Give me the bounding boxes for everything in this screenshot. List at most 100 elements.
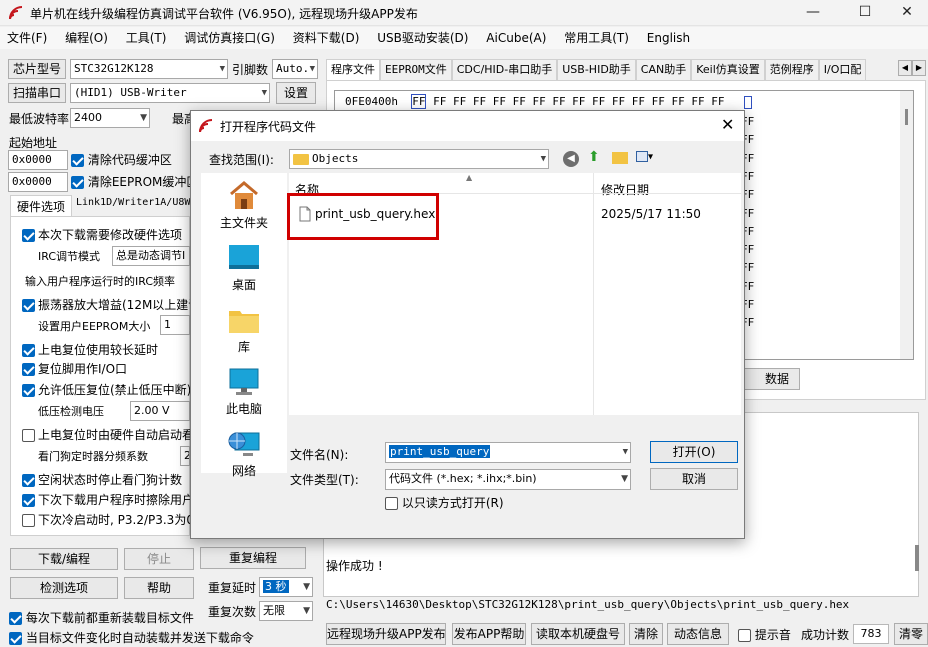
new-folder-icon[interactable] [612, 152, 628, 164]
repeat-program-button[interactable]: 重复编程 [200, 547, 306, 569]
beep-row[interactable]: 提示音 [738, 626, 791, 643]
pin-count-select[interactable]: Auto. ▼ [272, 59, 318, 79]
download-program-button[interactable]: 下载/编程 [10, 548, 118, 570]
menu-debug[interactable]: 调试仿真接口(G) [177, 27, 282, 49]
menu-english[interactable]: English [640, 27, 697, 49]
clear-eeprom-checkbox[interactable] [71, 176, 84, 189]
lvd-reset-checkbox[interactable] [22, 384, 35, 397]
reset-io-checkbox[interactable] [22, 363, 35, 376]
place-home[interactable]: 主文件夹 [201, 179, 287, 231]
look-in-select[interactable]: Objects ▼ [289, 149, 549, 169]
menu-aicube[interactable]: AiCube(A) [479, 27, 553, 49]
maximize-button[interactable]: ☐ [842, 0, 888, 26]
scan-port-button[interactable]: 扫描串口 [8, 83, 66, 103]
auto-reload-row[interactable]: 当目标文件变化时自动装载并发送下载命令 [9, 629, 254, 646]
reload-each-row[interactable]: 每次下载前都重新装载目标文件 [9, 609, 194, 626]
dynamic-info-button[interactable]: 动态信息 [667, 623, 729, 645]
erase-user-row[interactable]: 下次下载用户程序时擦除用户 [22, 491, 194, 508]
clear-code-checkbox[interactable] [71, 154, 84, 167]
tab-usb-hid[interactable]: USB-HID助手 [557, 59, 636, 80]
tab-link1d[interactable]: Link1D/Writer1A/U8W [76, 197, 190, 208]
place-library[interactable]: 库 [201, 305, 287, 355]
column-date-header[interactable]: 修改日期 [601, 181, 649, 198]
read-disk-id-button[interactable]: 读取本机硬盘号 [531, 623, 625, 645]
wdt-auto-row[interactable]: 上电复位时由硬件自动启动看 [22, 426, 194, 443]
idle-wdt-row[interactable]: 空闲状态时停止看门狗计数 [22, 471, 182, 488]
long-reset-row[interactable]: 上电复位使用较长延时 [22, 341, 158, 358]
stop-button[interactable]: 停止 [124, 548, 194, 570]
lvd-reset-row[interactable]: 允许低压复位(禁止低压中断) [22, 381, 191, 398]
back-icon[interactable]: ◀ [563, 151, 579, 167]
open-button[interactable]: 打开(O) [650, 441, 738, 463]
code-address-input[interactable]: 0x0000 [8, 150, 68, 170]
place-desktop[interactable]: 桌面 [201, 243, 287, 293]
menu-tools[interactable]: 工具(T) [119, 27, 174, 49]
auto-reload-checkbox[interactable] [9, 632, 22, 645]
view-menu-icon[interactable]: ▾ [636, 151, 660, 165]
place-this-pc[interactable]: 此电脑 [201, 367, 287, 417]
repeat-count-select[interactable]: 无限 ▼ [259, 601, 313, 621]
wdt-auto-checkbox[interactable] [22, 429, 35, 442]
eeprom-address-input[interactable]: 0x0000 [8, 172, 68, 192]
readonly-checkbox[interactable] [385, 497, 398, 510]
up-folder-icon[interactable]: ⬆ [588, 149, 604, 165]
close-window-button[interactable]: ✕ [884, 0, 928, 26]
clear-code-row[interactable]: 清除代码缓冲区 [71, 151, 172, 168]
tab-eeprom-file[interactable]: EEPROM文件 [380, 59, 452, 80]
reset-count-button[interactable]: 清零 [894, 623, 928, 645]
tab-scroll-left-icon[interactable]: ◀ [898, 60, 912, 76]
tab-io-config[interactable]: I/O口配 [818, 59, 867, 80]
lvd-voltage-select[interactable]: 2.00 V [130, 401, 190, 421]
place-network[interactable]: 网络 [201, 429, 287, 479]
check-options-button[interactable]: 检测选项 [10, 577, 118, 599]
opt-modify-hw-checkbox[interactable] [22, 229, 35, 242]
reload-each-checkbox[interactable] [9, 612, 22, 625]
tab-can[interactable]: CAN助手 [635, 59, 692, 80]
remote-upgrade-publish-button[interactable]: 远程现场升级APP发布 [326, 623, 446, 645]
beep-checkbox[interactable] [738, 629, 751, 642]
menu-download[interactable]: 资料下载(D) [286, 27, 367, 49]
erase-user-checkbox[interactable] [22, 494, 35, 507]
cancel-button[interactable]: 取消 [650, 468, 738, 490]
menu-file[interactable]: 文件(F) [0, 27, 54, 49]
log-scroll-thumb[interactable] [915, 545, 919, 571]
opt-modify-hw-row[interactable]: 本次下载需要修改硬件选项 [22, 226, 182, 243]
idle-wdt-checkbox[interactable] [22, 474, 35, 487]
dialog-close-icon[interactable]: ✕ [721, 115, 734, 134]
long-reset-checkbox[interactable] [22, 344, 35, 357]
tab-cdc-hid-serial[interactable]: CDC/HID-串口助手 [451, 59, 558, 80]
osc-gain-row[interactable]: 振荡器放大增益(12M以上建议 [22, 296, 200, 313]
tab-program-file[interactable]: 程序文件 [326, 59, 380, 80]
menu-program[interactable]: 编程(O) [58, 27, 115, 49]
tab-keil-sim[interactable]: Keil仿真设置 [691, 59, 765, 80]
minimize-button[interactable]: — [790, 0, 836, 26]
settings-button[interactable]: 设置 [276, 82, 316, 104]
hex-scroll-thumb[interactable] [905, 109, 908, 125]
tab-hardware-options[interactable]: 硬件选项 [10, 195, 73, 217]
filename-input[interactable]: print_usb_query ▼ [385, 442, 631, 463]
publish-app-help-button[interactable]: 发布APP帮助 [452, 623, 526, 645]
wdt-div-select[interactable]: 2 [180, 446, 190, 466]
eeprom-size-label: 设置用户EEPROM大小 [38, 320, 151, 333]
help-button[interactable]: 帮助 [124, 577, 194, 599]
repeat-delay-select[interactable]: 3 秒 ▼ [259, 577, 313, 597]
chip-select[interactable]: STC32G12K128 ▼ [70, 59, 228, 79]
clear-log-button[interactable]: 清除 [629, 623, 663, 645]
cold-boot-checkbox[interactable] [22, 514, 35, 527]
tab-scroll-right-icon[interactable]: ▶ [912, 60, 926, 76]
readonly-row[interactable]: 以只读方式打开(R) [385, 494, 504, 511]
osc-gain-checkbox[interactable] [22, 299, 35, 312]
tab-examples[interactable]: 范例程序 [764, 59, 819, 80]
eeprom-size-input[interactable]: 1 [160, 315, 190, 335]
menu-common-tools[interactable]: 常用工具(T) [557, 27, 636, 49]
filetype-select[interactable]: 代码文件 (*.hex; *.ihx;*.bin) ▼ [385, 469, 631, 490]
irc-mode-select[interactable]: 总是动态调节I [112, 246, 190, 266]
file-list[interactable]: 名称 ▲ 修改日期 print_usb_query.hex 2025/5/17 … [287, 173, 741, 415]
hex-scrollbar[interactable] [900, 91, 913, 359]
min-baud-select[interactable]: 2400 ▼ [70, 108, 150, 128]
clear-eeprom-row[interactable]: 清除EEPROM缓冲区 [71, 173, 198, 190]
port-select[interactable]: (HID1) USB-Writer ▼ [70, 83, 270, 103]
cold-boot-row[interactable]: 下次冷启动时, P3.2/P3.3为0 [22, 511, 194, 528]
reset-io-row[interactable]: 复位脚用作I/O口 [22, 360, 127, 377]
menu-usb-driver[interactable]: USB驱动安装(D) [370, 27, 475, 49]
